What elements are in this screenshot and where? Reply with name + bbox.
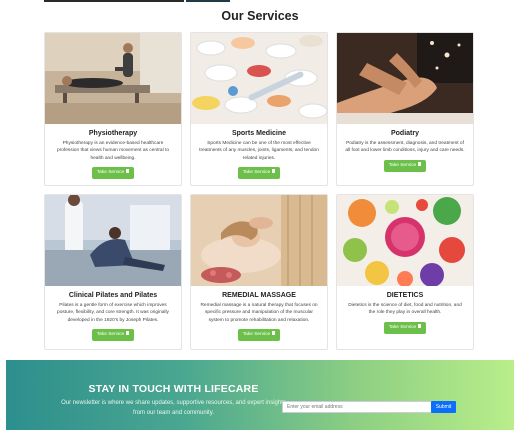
newsletter-section: STAY IN TOUCH WITH LIFECARE Our newslett… <box>6 360 514 430</box>
take-service-button[interactable]: Take Service <box>92 328 134 341</box>
service-image-physiotherapy <box>45 33 181 124</box>
service-description: Physiotherapy is an evidence-based healt… <box>57 141 169 161</box>
take-service-label: Take Service <box>96 169 125 175</box>
service-title: Podiatry <box>390 130 419 137</box>
submit-button[interactable]: Submit <box>431 401 456 413</box>
service-card-clinical-pilates: Clinical Pilates and Pilates Pilates is … <box>44 194 182 350</box>
service-title: Physiotherapy <box>88 130 138 137</box>
service-card-remedial-massage: REMEDIAL MASSAGE Remedial massage is a n… <box>190 194 328 350</box>
service-description: Podiatry is the assessment, diagnosis, a… <box>345 141 465 154</box>
service-card-dietetics: DIETETICS Dietetics is the science of di… <box>336 194 474 350</box>
header-image-edge <box>186 0 230 2</box>
newsletter-text: Our newsletter is where we share updates… <box>61 400 286 416</box>
service-description: Remedial massage is a natural therapy th… <box>200 303 318 323</box>
email-input[interactable] <box>282 401 433 413</box>
bookmark-icon <box>418 162 422 167</box>
service-card-physiotherapy: Physiotherapy Physiotherapy is an eviden… <box>44 32 182 186</box>
bookmark-icon <box>272 331 276 336</box>
bookmark-icon <box>126 169 130 174</box>
service-image-sports-medicine <box>191 33 327 124</box>
bookmark-icon <box>418 324 422 329</box>
take-service-button[interactable]: Take Service <box>384 321 426 334</box>
section-title: Our Services <box>221 9 299 23</box>
take-service-button[interactable]: Take Service <box>238 328 280 341</box>
service-card-podiatry: Podiatry Podiatry is the assessment, dia… <box>336 32 474 186</box>
service-image-clinical-pilates <box>45 195 181 286</box>
service-image-podiatry <box>337 33 473 124</box>
take-service-button[interactable]: Take Service <box>92 166 134 179</box>
service-image-dietetics <box>337 195 473 286</box>
take-service-label: Take Service <box>242 331 271 337</box>
service-title: Clinical Pilates and Pilates <box>68 292 158 299</box>
bookmark-icon <box>272 169 276 174</box>
service-title: REMEDIAL MASSAGE <box>222 292 296 299</box>
take-service-button[interactable]: Take Service <box>384 159 426 172</box>
service-title: DIETETICS <box>386 292 424 299</box>
take-service-label: Take Service <box>242 169 271 175</box>
header-image-edge <box>44 0 184 2</box>
service-description: Dietetics is the science of diet, food a… <box>348 303 462 316</box>
take-service-label: Take Service <box>388 162 417 168</box>
take-service-label: Take Service <box>96 331 125 337</box>
service-description: Pilates is a gentle form of exercise whi… <box>57 303 169 323</box>
service-description: Sports Medicine can be one of the most e… <box>199 141 319 161</box>
newsletter-title: STAY IN TOUCH WITH LIFECARE <box>88 383 259 395</box>
take-service-label: Take Service <box>388 324 417 330</box>
bookmark-icon <box>126 331 130 336</box>
service-card-sports-medicine: Sports Medicine Sports Medicine can be o… <box>190 32 328 186</box>
take-service-button[interactable]: Take Service <box>238 166 280 179</box>
service-image-remedial-massage <box>191 195 327 286</box>
service-title: Sports Medicine <box>231 130 287 137</box>
